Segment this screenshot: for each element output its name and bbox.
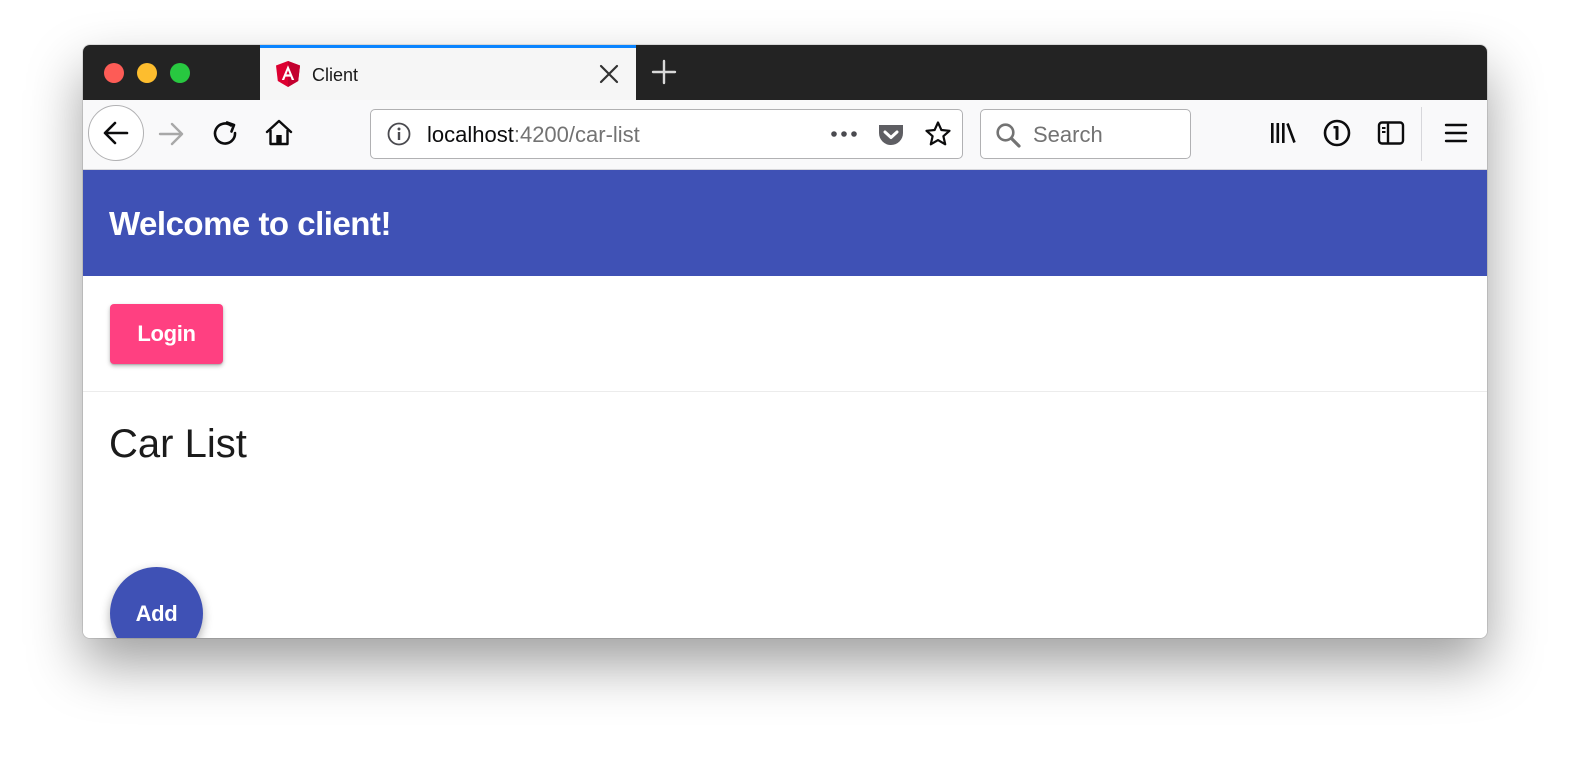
arrow-right-icon[interactable] — [156, 119, 186, 149]
close-icon[interactable] — [598, 63, 620, 85]
address-bar[interactable]: localhost:4200/car-list — [370, 109, 963, 159]
back-button[interactable] — [88, 105, 144, 161]
window-maximize-button[interactable] — [170, 63, 190, 83]
browser-window: Client localhost:4200/car-list Search We… — [83, 45, 1487, 638]
page-title: Car List — [109, 422, 247, 466]
sidebar-icon[interactable] — [1377, 120, 1405, 146]
reload-icon[interactable] — [211, 119, 241, 149]
login-button[interactable]: Login — [110, 304, 223, 364]
star-icon[interactable] — [924, 120, 952, 148]
angular-icon — [276, 61, 300, 87]
url-host: localhost — [427, 122, 514, 147]
url-path: :4200/car-list — [513, 122, 640, 147]
navigation-toolbar: localhost:4200/car-list — [83, 100, 1487, 170]
pocket-icon[interactable] — [877, 120, 905, 148]
menu-icon[interactable] — [1444, 122, 1468, 144]
more-icon[interactable] — [829, 124, 859, 144]
search-input[interactable] — [1033, 122, 1103, 148]
address-text[interactable]: localhost:4200/car-list — [427, 122, 640, 148]
tab-strip: Client — [83, 45, 1487, 100]
password-manager-icon[interactable] — [1322, 118, 1352, 148]
window-close-button[interactable] — [104, 63, 124, 83]
library-icon[interactable] — [1269, 119, 1297, 147]
plus-icon[interactable] — [651, 59, 677, 85]
add-button[interactable]: Add — [110, 567, 203, 638]
toolbar-divider — [1421, 107, 1422, 161]
search-bar[interactable] — [980, 109, 1191, 159]
tab-title: Client — [312, 65, 359, 85]
app-toolbar: Welcome to client! — [83, 170, 1487, 276]
screen: Client localhost:4200/car-list Search We… — [0, 0, 1575, 765]
page-content: Welcome to client! Login Car List Add — [83, 170, 1487, 638]
search-icon — [996, 123, 1021, 148]
home-icon[interactable] — [264, 118, 294, 148]
tab-client[interactable]: Client — [260, 45, 636, 100]
window-minimize-button[interactable] — [137, 63, 157, 83]
arrow-left-icon — [103, 121, 129, 145]
login-section: Login — [83, 276, 1487, 392]
info-icon[interactable] — [387, 122, 411, 146]
app-title: Welcome to client! — [109, 205, 391, 242]
